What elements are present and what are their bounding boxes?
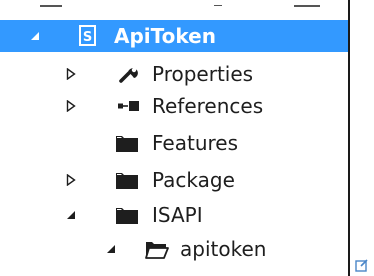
svg-text:S: S [83, 30, 92, 45]
wrench-icon [116, 62, 142, 86]
tree-node-label: apitoken [180, 237, 267, 261]
tree-node-label: ISAPI [152, 203, 203, 227]
open-folder-icon [144, 237, 170, 261]
expanded-arrow-icon[interactable] [64, 199, 78, 231]
expanded-arrow-icon[interactable] [104, 233, 118, 265]
clipped-fragment [214, 0, 222, 6]
edit-icon[interactable] [355, 258, 369, 272]
tree-node-apitoken[interactable]: S ApiToken [0, 20, 348, 52]
clipped-row-above [0, 0, 348, 10]
collapsed-arrow-icon[interactable] [64, 90, 78, 122]
tree-node-label: Properties [152, 62, 254, 86]
tree-node-label: References [152, 94, 264, 118]
collapsed-arrow-icon[interactable] [64, 164, 78, 196]
tree-node-label: ApiToken [114, 24, 216, 48]
page: S ApiToken Properties References Feature… [0, 0, 374, 276]
tree-node-apitoken-folder[interactable]: apitoken [0, 233, 348, 265]
tree-node-features[interactable]: Features [0, 127, 348, 159]
tree-node-label: Features [152, 131, 238, 155]
tree-node-isapi[interactable]: ISAPI [0, 199, 348, 231]
folder-icon [114, 203, 140, 227]
clipped-fragment [40, 0, 62, 7]
tree-node-label: Package [152, 168, 235, 192]
solution-explorer-tree: S ApiToken Properties References Feature… [0, 0, 350, 276]
clipped-fragment [294, 0, 320, 7]
csharp-project-icon: S [75, 24, 101, 48]
tree-node-package[interactable]: Package [0, 164, 348, 196]
folder-icon [114, 168, 140, 192]
folder-icon [114, 131, 140, 155]
collapsed-arrow-icon[interactable] [64, 58, 78, 90]
expanded-arrow-icon[interactable] [28, 20, 42, 52]
references-icon [116, 94, 142, 118]
tree-node-references[interactable]: References [0, 90, 348, 122]
tree-node-properties[interactable]: Properties [0, 58, 348, 90]
